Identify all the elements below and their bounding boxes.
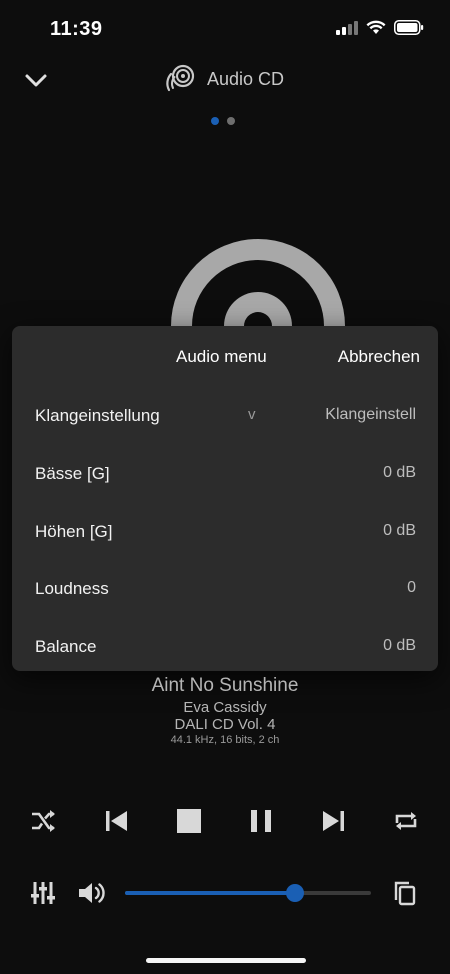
equalizer-button[interactable] <box>26 876 60 910</box>
menu-row-value[interactable]: 0 dB <box>383 464 416 482</box>
home-indicator[interactable] <box>146 958 306 963</box>
menu-row-value[interactable]: 0 dB <box>383 637 416 655</box>
shuffle-button[interactable] <box>25 803 61 839</box>
page-indicator <box>211 117 235 125</box>
cellular-signal-icon <box>336 20 358 35</box>
volume-slider[interactable] <box>125 884 371 902</box>
menu-row-baesse[interactable]: Bässe [G] 0 dB <box>12 454 438 494</box>
menu-row-label: Balance <box>35 637 97 656</box>
menu-row-value[interactable]: 0 <box>407 579 416 597</box>
menu-row-label: Höhen [G] <box>35 522 113 541</box>
speaker-volume-icon <box>79 883 105 903</box>
volume-slider-fill <box>125 891 295 895</box>
skip-next-icon <box>323 811 344 831</box>
menu-row-value[interactable]: 0 dB <box>383 522 416 540</box>
equalizer-sliders-icon <box>31 882 55 904</box>
status-time: 11:39 <box>50 18 103 40</box>
menu-row-balance[interactable]: Balance 0 dB <box>12 627 438 667</box>
shuffle-icon <box>32 810 55 832</box>
audio-menu-dialog: Audio menu Abbrechen Klangeinstellung v … <box>12 326 438 671</box>
volume-slider-knob[interactable] <box>285 884 304 902</box>
source-label: Audio CD <box>207 68 285 89</box>
dropdown-caret-icon[interactable]: v <box>248 406 256 423</box>
menu-row-value[interactable]: Klangeinstell <box>325 406 416 424</box>
stop-button[interactable] <box>171 803 207 839</box>
audio-cd-icon <box>166 64 195 92</box>
menu-row-label: Loudness <box>35 579 109 598</box>
repeat-icon <box>395 812 417 830</box>
status-icons <box>336 20 424 35</box>
menu-row-loudness[interactable]: Loudness 0 <box>12 569 438 609</box>
track-format: 44.1 kHz, 16 bits, 2 ch <box>170 734 280 746</box>
previous-track-button[interactable] <box>98 803 134 839</box>
track-artist: Eva Cassidy <box>183 699 267 716</box>
pause-icon <box>251 810 271 832</box>
menu-row-klangeinstellung[interactable]: Klangeinstellung v Klangeinstell <box>12 396 438 436</box>
wifi-icon <box>366 20 386 34</box>
source-title: Audio CD <box>165 64 284 94</box>
track-album: DALI CD Vol. 4 <box>174 716 276 733</box>
pause-button[interactable] <box>243 803 279 839</box>
volume-button[interactable] <box>74 876 108 910</box>
menu-row-label: Bässe [G] <box>35 464 110 483</box>
track-title: Aint No Sunshine <box>151 675 299 696</box>
queue-button[interactable] <box>388 876 422 910</box>
chevron-down-icon[interactable] <box>22 66 50 94</box>
menu-row-hoehen[interactable]: Höhen [G] 0 dB <box>12 512 438 552</box>
audio-menu-title: Audio menu <box>176 347 267 366</box>
stop-icon <box>177 809 201 833</box>
page-dot-1[interactable] <box>211 117 219 125</box>
next-track-button[interactable] <box>316 803 352 839</box>
menu-row-label: Klangeinstellung <box>35 406 160 425</box>
battery-icon <box>394 20 424 35</box>
skip-previous-icon <box>106 811 127 831</box>
page-dot-2[interactable] <box>227 117 235 125</box>
cancel-button[interactable]: Abbrechen <box>338 347 420 367</box>
repeat-button[interactable] <box>388 803 424 839</box>
copy-queue-icon <box>394 881 416 906</box>
